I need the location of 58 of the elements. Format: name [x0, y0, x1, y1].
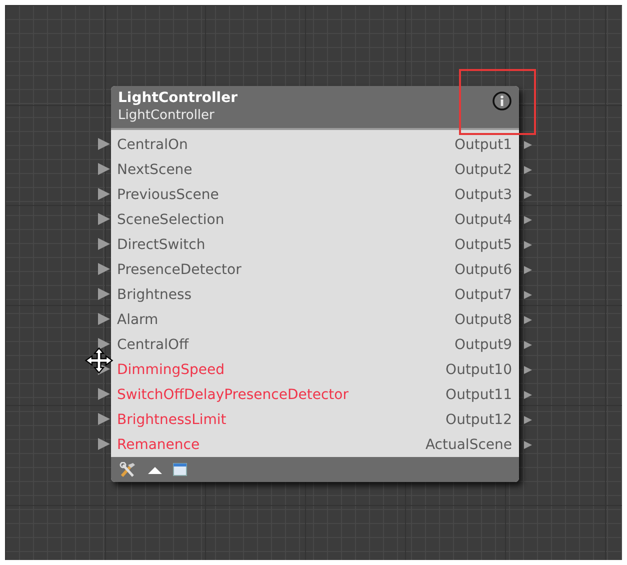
input-label: PreviousScene	[117, 186, 219, 202]
input-port-icon[interactable]	[97, 337, 111, 351]
output-label: Output9	[454, 336, 512, 352]
output-label: Output5	[454, 236, 512, 252]
input-label: SceneSelection	[117, 212, 224, 228]
output-port-icon[interactable]	[523, 365, 533, 375]
output-port-icon[interactable]	[523, 265, 533, 275]
node-title: LightController	[118, 89, 238, 107]
output-label: Output12	[446, 412, 512, 428]
output-port-icon[interactable]	[523, 140, 533, 150]
output-label: Output8	[454, 312, 512, 328]
output-label: Output2	[454, 162, 512, 178]
output-label: Output4	[454, 212, 512, 228]
input-label: Remanence	[117, 436, 200, 452]
output-label: Output1	[454, 136, 512, 152]
input-label: NextScene	[117, 162, 192, 178]
input-label: PresenceDetector	[117, 262, 242, 278]
output-label: Output10	[446, 362, 512, 378]
output-label: Output6	[454, 262, 512, 278]
output-label: Output11	[446, 386, 512, 402]
output-port-icon[interactable]	[523, 315, 533, 325]
input-port-icon[interactable]	[97, 287, 111, 301]
input-port-icon[interactable]	[97, 162, 111, 176]
output-label: Output3	[454, 186, 512, 202]
output-port-icon[interactable]	[523, 440, 533, 450]
input-label: Alarm	[117, 312, 158, 328]
collapse-icon[interactable]	[147, 464, 163, 474]
output-port-icon[interactable]	[523, 340, 533, 350]
input-label: SwitchOffDelayPresenceDetector	[117, 386, 348, 402]
input-label: DirectSwitch	[117, 236, 206, 252]
input-label: Brightness	[117, 286, 192, 302]
output-label: Output7	[454, 286, 512, 302]
output-port-icon[interactable]	[523, 390, 533, 400]
input-port-icon[interactable]	[97, 187, 111, 201]
input-port-icon[interactable]	[97, 137, 111, 151]
input-label: BrightnessLimit	[117, 412, 226, 428]
move-cursor-icon	[84, 347, 114, 374]
input-port-icon[interactable]	[97, 262, 111, 276]
output-port-icon[interactable]	[523, 190, 533, 200]
input-port-icon[interactable]	[97, 387, 111, 401]
input-port-icon[interactable]	[97, 412, 111, 426]
input-label: DimmingSpeed	[117, 362, 224, 378]
output-port-icon[interactable]	[523, 215, 533, 225]
output-port-icon[interactable]	[523, 290, 533, 300]
output-port-icon[interactable]	[523, 165, 533, 175]
input-label: CentralOff	[117, 336, 189, 352]
input-port-icon[interactable]	[97, 437, 111, 451]
output-port-icon[interactable]	[523, 240, 533, 250]
input-port-icon[interactable]	[97, 312, 111, 326]
tools-icon[interactable]	[119, 462, 137, 478]
output-label: ActualScene	[425, 436, 512, 452]
input-label: CentralOn	[117, 136, 188, 152]
input-port-icon[interactable]	[97, 237, 111, 251]
window-icon[interactable]	[173, 463, 187, 476]
node-subtitle: LightController	[118, 107, 216, 125]
output-port-icon[interactable]	[523, 415, 533, 425]
input-port-icon[interactable]	[97, 212, 111, 226]
info-icon[interactable]	[492, 91, 512, 111]
